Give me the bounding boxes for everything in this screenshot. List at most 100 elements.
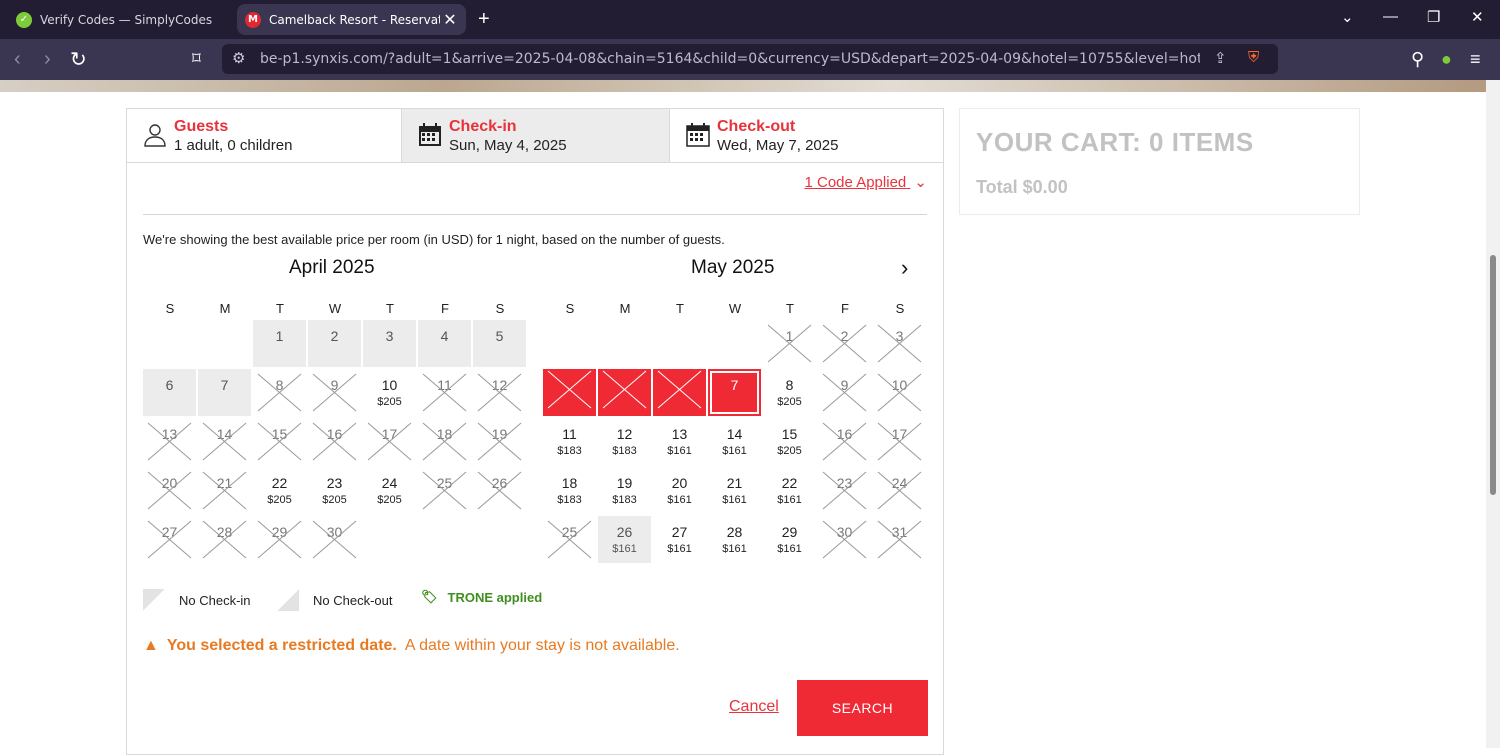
url-text[interactable]: be-p1.synxis.com/?adult=1&arrive=2025-04… bbox=[260, 51, 1200, 67]
day-price: $161 bbox=[777, 494, 802, 506]
page-scrollbar[interactable] bbox=[1486, 80, 1500, 748]
unavailable-cross-icon bbox=[312, 373, 357, 412]
legend-no-checkin-label: No Check-in bbox=[179, 592, 251, 608]
cancel-link[interactable]: Cancel bbox=[729, 698, 779, 716]
calendar-day: 30 bbox=[308, 516, 361, 563]
weekday-header: T bbox=[676, 301, 684, 316]
unavailable-cross-icon bbox=[547, 520, 592, 559]
forward-icon[interactable]: › bbox=[44, 48, 51, 71]
weekday-header: S bbox=[495, 301, 505, 316]
menu-icon[interactable]: ≡ bbox=[1470, 49, 1481, 70]
unavailable-cross-icon bbox=[602, 370, 647, 409]
unavailable-cross-icon bbox=[147, 471, 192, 510]
minimize-icon[interactable]: — bbox=[1383, 8, 1398, 25]
calendar-day[interactable]: 28 $161 bbox=[708, 516, 761, 563]
calendar-day: 25 bbox=[418, 467, 471, 514]
weekday-header: S bbox=[165, 301, 175, 316]
calendar-day[interactable]: 26 $161 bbox=[598, 516, 651, 563]
weekday-header: T bbox=[386, 301, 394, 316]
unavailable-cross-icon bbox=[477, 422, 522, 461]
tab-camelback-reservation[interactable]: M Camelback Resort - Reservation ✕ bbox=[237, 4, 466, 35]
calendar-day: 13 bbox=[143, 418, 196, 465]
cart-panel: YOUR CART: 0 ITEMS Total $0.00 bbox=[959, 108, 1360, 215]
calendar-day: 18 bbox=[418, 418, 471, 465]
cart-title: YOUR CART: 0 ITEMS bbox=[976, 127, 1254, 157]
calendar-day: 14 bbox=[198, 418, 251, 465]
calendar-day[interactable]: 18 $183 bbox=[543, 467, 596, 514]
next-month-arrow-icon[interactable]: › bbox=[901, 255, 908, 281]
calendar-day[interactable]: 20 $161 bbox=[653, 467, 706, 514]
divider bbox=[143, 214, 927, 215]
day-price: $161 bbox=[777, 543, 802, 555]
calendar-day: 15 bbox=[253, 418, 306, 465]
calendar-day: 2 bbox=[818, 320, 871, 367]
new-tab-icon[interactable]: + bbox=[478, 8, 490, 31]
tab-verify-codes[interactable]: ✓ Verify Codes — SimplyCodes bbox=[8, 4, 233, 35]
guests-selector[interactable]: Guests 1 adult, 0 children bbox=[127, 109, 402, 163]
calendar-day[interactable]: 24 $205 bbox=[363, 467, 416, 514]
calendar-day[interactable]: 13 $161 bbox=[653, 418, 706, 465]
day-number: 28 bbox=[726, 524, 743, 540]
unavailable-cross-icon bbox=[822, 471, 867, 510]
calendar-day[interactable]: 10 $205 bbox=[363, 369, 416, 416]
day-price: $161 bbox=[667, 543, 692, 555]
unavailable-cross-icon bbox=[547, 370, 592, 409]
day-number: 29 bbox=[781, 524, 798, 540]
legend-applied-label: TRONE applied bbox=[447, 589, 543, 605]
unavailable-cross-icon bbox=[877, 373, 922, 412]
extensions-icon[interactable]: ⚲ bbox=[1411, 49, 1424, 70]
checkin-selector[interactable]: Check-in Sun, May 4, 2025 bbox=[402, 109, 670, 163]
calendar-day[interactable]: 8 $205 bbox=[763, 369, 816, 416]
close-window-icon[interactable]: ✕ bbox=[1471, 8, 1484, 26]
checkout-label: Check-out bbox=[717, 118, 796, 135]
month-title-may: May 2025 bbox=[691, 257, 775, 278]
calendar-day[interactable]: 7 bbox=[708, 369, 761, 416]
brave-shield-icon[interactable]: ⛨ bbox=[1248, 49, 1259, 66]
simplycodes-extension-icon[interactable]: ● bbox=[1441, 49, 1452, 70]
share-icon[interactable]: ⇪ bbox=[1214, 49, 1227, 67]
calendar-day[interactable]: 14 $161 bbox=[708, 418, 761, 465]
maximize-icon[interactable]: ❐ bbox=[1427, 8, 1440, 26]
tab-list-chevron-icon[interactable]: ⌄ bbox=[1341, 8, 1354, 26]
calendar-day: 3 bbox=[363, 320, 416, 367]
back-icon[interactable]: ‹ bbox=[14, 48, 21, 71]
calendar-day[interactable]: 22 $205 bbox=[253, 467, 306, 514]
calendar-day[interactable]: 29 $161 bbox=[763, 516, 816, 563]
calendar-day[interactable]: 27 $161 bbox=[653, 516, 706, 563]
no-checkin-swatch-icon bbox=[143, 589, 165, 611]
calendar-day[interactable]: 11 $183 bbox=[543, 418, 596, 465]
calendar-day: 27 bbox=[143, 516, 196, 563]
search-button[interactable]: SEARCH bbox=[797, 680, 928, 736]
unavailable-cross-icon bbox=[257, 422, 302, 461]
close-tab-icon[interactable]: ✕ bbox=[440, 10, 460, 29]
reload-icon[interactable]: ↻ bbox=[70, 47, 87, 72]
calendar-day[interactable]: 15 $205 bbox=[763, 418, 816, 465]
calendar-day[interactable]: 23 $205 bbox=[308, 467, 361, 514]
calendar-day[interactable]: 22 $161 bbox=[763, 467, 816, 514]
codes-applied-link[interactable]: 1 Code Applied ⌄ bbox=[805, 173, 928, 191]
calendar-day[interactable]: 12 $183 bbox=[598, 418, 651, 465]
month-title-april: April 2025 bbox=[289, 257, 375, 278]
legend-no-checkin: No Check-in bbox=[143, 589, 251, 611]
checkout-selector[interactable]: Check-out Wed, May 7, 2025 bbox=[670, 109, 943, 163]
day-number: 22 bbox=[781, 475, 798, 491]
codes-applied-label: 1 Code Applied bbox=[804, 174, 907, 191]
day-number: 5 bbox=[495, 328, 504, 344]
day-price: $161 bbox=[722, 445, 747, 457]
day-price: $183 bbox=[612, 445, 637, 457]
address-bar[interactable]: ⚙ be-p1.synxis.com/?adult=1&arrive=2025-… bbox=[222, 44, 1278, 74]
calendar-icon bbox=[686, 123, 710, 152]
day-number: 7 bbox=[730, 377, 739, 393]
calendar-day[interactable]: 21 $161 bbox=[708, 467, 761, 514]
calendar-day[interactable]: 19 $183 bbox=[598, 467, 651, 514]
scrollbar-thumb[interactable] bbox=[1490, 255, 1496, 495]
bookmark-icon[interactable]: ⌑ bbox=[192, 49, 201, 69]
day-number: 19 bbox=[616, 475, 633, 491]
calendar-day: 6 bbox=[653, 369, 706, 437]
day-price: $205 bbox=[377, 396, 402, 408]
unavailable-cross-icon bbox=[257, 520, 302, 559]
calendar-day: 20 bbox=[143, 467, 196, 514]
site-settings-icon[interactable]: ⚙ bbox=[232, 49, 245, 67]
unavailable-cross-icon bbox=[202, 422, 247, 461]
calendar-day: 4 bbox=[543, 369, 596, 437]
